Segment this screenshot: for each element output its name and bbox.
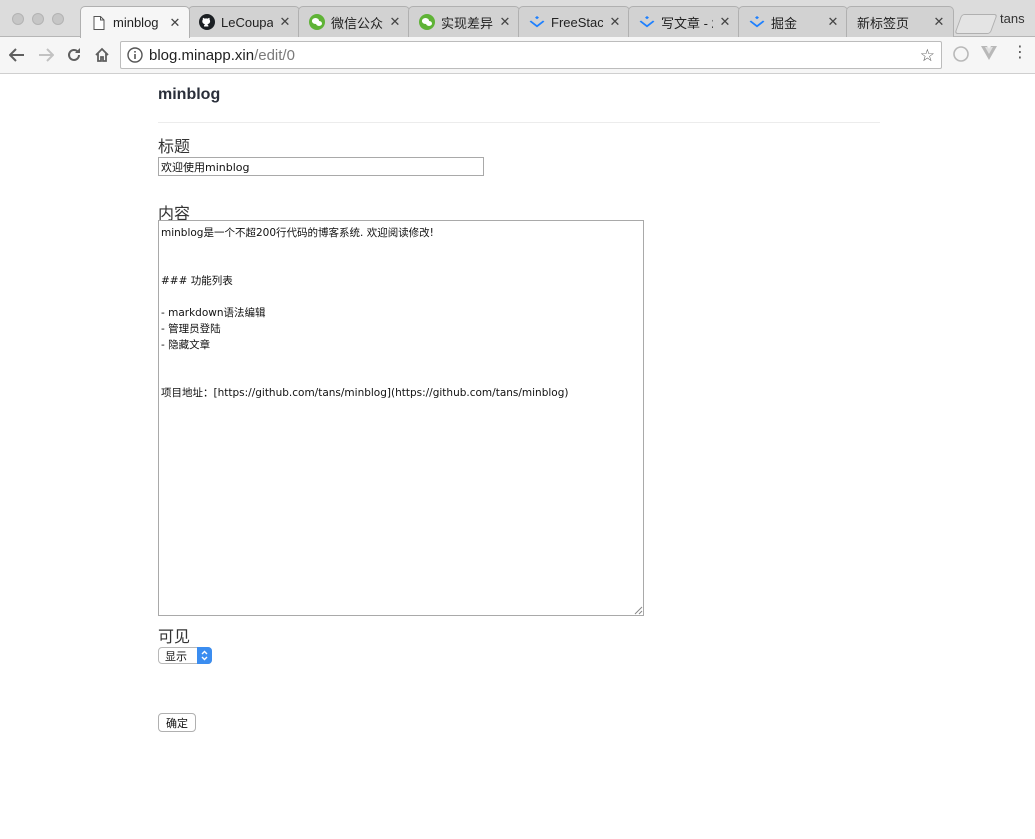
tab-title: minblog [113, 15, 159, 30]
visibility-label: 可见 [158, 629, 191, 646]
url-path: /edit/0 [254, 46, 295, 64]
browser-tab-write-article[interactable]: 写文章 - 2 ✕ [628, 6, 740, 37]
content-textarea[interactable]: minblog是一个不超200行代码的博客系统. 欢迎阅读修改! ### 功能列… [158, 220, 644, 616]
reload-button[interactable] [63, 44, 85, 66]
tab-title: 新标签页 [857, 15, 910, 31]
tab-title: 实现差异 [441, 15, 493, 31]
menu-icon[interactable]: ⋮ [1012, 45, 1028, 61]
visibility-selected-value: 显示 [165, 649, 187, 663]
tab-title: 掘金 [771, 15, 798, 31]
juejin-icon [749, 14, 765, 30]
browser-toolbar: blog.minapp.xin/edit/0 ☆ ⋮ [0, 37, 1035, 74]
juejin-icon [639, 14, 655, 30]
tab-title: 写文章 - 2 [661, 15, 713, 31]
close-icon[interactable]: ✕ [279, 14, 291, 30]
home-button[interactable] [91, 44, 113, 66]
back-button[interactable] [6, 44, 28, 66]
close-icon[interactable]: ✕ [827, 14, 839, 30]
forward-button[interactable] [35, 44, 57, 66]
url-host: blog.minapp.xin [149, 46, 255, 64]
browser-tab-freestack[interactable]: FreeStack ✕ [518, 6, 630, 37]
title-label: 标题 [158, 139, 191, 156]
tab-title: FreeStack [551, 14, 603, 30]
juejin-icon [529, 14, 545, 30]
github-icon [199, 14, 215, 30]
browser-tab-wechat-mp[interactable]: 微信公众平 ✕ [298, 6, 410, 37]
url-text: blog.minapp.xin/edit/0 [149, 47, 295, 64]
wechat-icon [309, 14, 325, 30]
window-zoom-button[interactable] [52, 13, 64, 25]
new-tab-button[interactable] [954, 14, 998, 34]
close-icon[interactable]: ✕ [609, 14, 621, 30]
visibility-select[interactable]: 显示 [158, 647, 212, 664]
site-title[interactable]: minblog [158, 86, 220, 104]
header-divider [158, 122, 880, 123]
browser-tab-strip: minblog ✕ LeCoupa/ ✕ 微信公众平 ✕ 实现差异 ✕ Free… [0, 0, 1035, 38]
window-minimize-button[interactable] [32, 13, 44, 25]
browser-tab-juejin[interactable]: 掘金 ✕ [738, 6, 848, 37]
document-icon [91, 15, 107, 31]
wechat-icon [419, 14, 435, 30]
close-icon[interactable]: ✕ [719, 14, 731, 30]
close-icon[interactable]: ✕ [933, 14, 945, 30]
profile-name[interactable]: tans [1000, 11, 1025, 26]
browser-tab-diff[interactable]: 实现差异 ✕ [408, 6, 520, 37]
select-arrows-icon [197, 647, 212, 664]
tab-title: LeCoupa/ [221, 14, 273, 30]
window-close-button[interactable] [12, 13, 24, 25]
browser-tab-lecoupa[interactable]: LeCoupa/ ✕ [188, 6, 300, 37]
browser-tab-minblog[interactable]: minblog ✕ [80, 6, 190, 38]
tab-title: 微信公众平 [331, 15, 383, 31]
vue-devtools-icon[interactable] [981, 46, 997, 61]
close-icon[interactable]: ✕ [499, 14, 511, 30]
resize-handle-icon[interactable] [634, 606, 643, 615]
info-icon[interactable] [127, 47, 143, 63]
arrow-right-icon [39, 48, 54, 62]
close-icon[interactable]: ✕ [169, 15, 181, 31]
confirm-button[interactable]: 确定 [158, 713, 196, 732]
close-icon[interactable]: ✕ [389, 14, 401, 30]
browser-tab-new-tab[interactable]: 新标签页 ✕ [846, 6, 954, 37]
arrow-left-icon [9, 48, 24, 62]
bookmark-star-icon[interactable]: ☆ [920, 46, 935, 66]
address-bar[interactable]: blog.minapp.xin/edit/0 ☆ [120, 41, 942, 69]
title-input[interactable] [158, 157, 484, 176]
reload-icon [68, 48, 80, 61]
home-icon [95, 47, 109, 62]
extension-circle-icon[interactable] [953, 46, 969, 62]
